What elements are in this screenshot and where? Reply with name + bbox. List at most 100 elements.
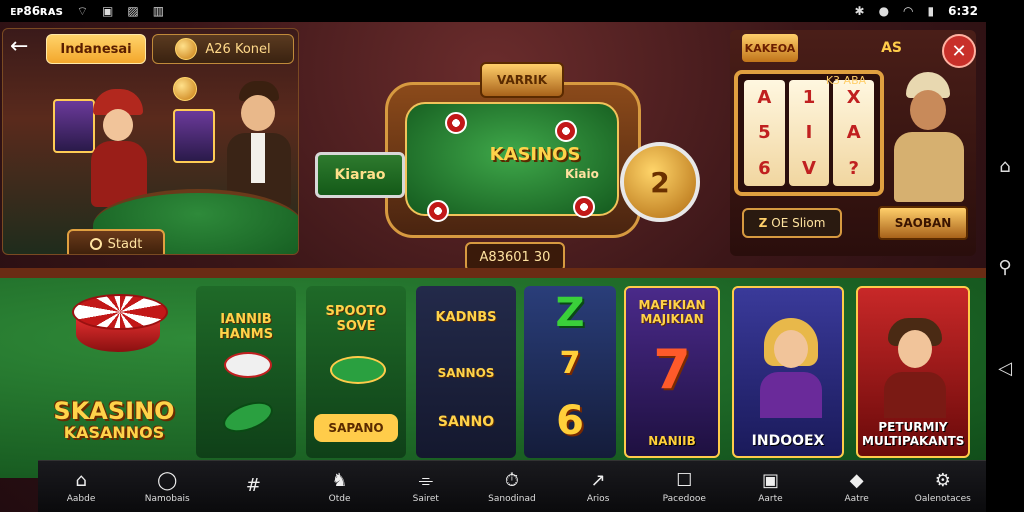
language-selector[interactable]: Indanesai	[46, 34, 146, 64]
tile-number: 6	[556, 398, 584, 444]
promo-coin: 2	[620, 142, 700, 222]
chess-knight-icon: ♞	[331, 470, 348, 491]
game-tile[interactable]: Z 7 6	[524, 286, 616, 458]
nav-label: Namobais	[144, 494, 190, 504]
tile-subtitle: SANNOS	[437, 366, 495, 380]
chip-icon	[573, 196, 595, 218]
woman-character	[83, 89, 153, 209]
center-promo[interactable]: VARRIK Kiarao KASINOS Kiaio 2 A83601 30	[315, 52, 710, 272]
chip-stack-graphic	[72, 294, 168, 356]
tile-title: SPOOTO SOVE	[325, 304, 387, 334]
home-icon[interactable]: ⌂	[999, 156, 1010, 177]
status-bar: ᴇᴘ86ʀᴀs ⌔ ▣ ▨ ▥ ✱ ● ◠ ▮ 6:32	[0, 0, 1024, 22]
nav-item-10[interactable]: ◆ Aatre	[817, 470, 897, 504]
casino-brand-logo: SKASINO KASANNOS	[53, 397, 175, 442]
nav-item-9[interactable]: ▣ Aarte	[730, 470, 810, 504]
share-icon: ↗	[590, 470, 606, 491]
ring-icon: ◯	[157, 470, 178, 491]
shoe-icon: ⌯	[418, 470, 433, 491]
chip-icon	[445, 112, 467, 134]
image-icon: ▨	[127, 4, 139, 18]
nav-item-settings[interactable]: ⚙ Oalenotaces	[903, 470, 983, 504]
nav-label: Aabde	[66, 494, 96, 504]
nav-label: Otde	[328, 494, 351, 504]
start-label: Stadt	[107, 236, 143, 252]
coin-icon	[173, 77, 197, 101]
battery-icon: ▮	[927, 4, 935, 18]
promo-mini-label: Kiaio	[565, 167, 599, 181]
bet-button[interactable]: Z OE Sliom	[742, 208, 842, 238]
bluetooth-icon: ✱	[854, 4, 865, 18]
start-button[interactable]: Stadt	[67, 229, 165, 254]
nav-item-6[interactable]: ⏱ Sanodinad	[472, 470, 552, 504]
gift-icon: ▣	[761, 470, 779, 491]
game-tile[interactable]: IANNIB HANMS	[196, 286, 296, 458]
nav-label: Oalenotaces	[914, 494, 971, 504]
nav-item-4[interactable]: ♞ Otde	[300, 470, 380, 504]
tile-title: MAFIKIAN MAJIKIAN	[638, 298, 706, 326]
reel: A56	[744, 80, 785, 186]
wifi-strength-icon: ◠	[903, 4, 914, 18]
nav-label: Pacedooe	[662, 494, 706, 504]
spin-badge[interactable]: SAOBAN	[878, 206, 968, 240]
tile-title: KADNBS	[435, 310, 497, 325]
chip-icon	[224, 352, 272, 378]
hash-icon: #	[245, 475, 261, 496]
tile-title: IANNIB HANMS	[218, 312, 274, 342]
tile-subtitle: SANNO	[437, 414, 495, 430]
woman-portrait	[760, 318, 822, 418]
system-nav: ⌂ ⚲ ◁	[986, 22, 1024, 512]
game-tile[interactable]: MAFIKIAN MAJIKIAN 7 NANIIB	[624, 286, 720, 458]
close-icon[interactable]: ✕	[942, 34, 976, 68]
right-badge-2: AS	[881, 40, 902, 56]
chip-icon	[427, 200, 449, 222]
reel: X A?	[833, 80, 875, 186]
nav-label: Arios	[586, 494, 610, 504]
slot-machine-graphic	[173, 109, 215, 163]
nav-label: Aatre	[844, 494, 869, 504]
tile-number: 7	[559, 346, 581, 381]
balance-pill[interactable]: A26 Konel	[152, 34, 294, 64]
cube-icon: ◆	[849, 470, 864, 491]
game-tile[interactable]: KADNBS SANNOS SANNO	[416, 286, 516, 458]
bar-icon: ▥	[152, 4, 165, 18]
game-tile[interactable]: SPOOTO SOVE SAPANO	[306, 286, 406, 458]
turtle-icon	[330, 356, 386, 384]
search-icon[interactable]: ⚲	[998, 257, 1011, 278]
tile-label: PETURMIY MULTIPAKANTS	[862, 420, 965, 448]
balance-label: A26 Konel	[205, 41, 271, 57]
chip-icon	[555, 120, 577, 142]
bottom-nav: ⌂ Aabde ◯ Namobais # ♞ Otde ⌯ Sairet ⏱ S…	[38, 460, 986, 512]
right-badge: KAKEOA	[742, 34, 798, 62]
game-tile[interactable]: PETURMIY MULTIPAKANTS	[856, 286, 970, 458]
coin-icon	[175, 38, 198, 60]
play-icon	[89, 238, 102, 250]
nav-label: Aarte	[758, 494, 783, 504]
nav-item-3[interactable]: #	[213, 475, 293, 499]
promo-left-badge: Kiarao	[315, 152, 405, 198]
genie-character	[890, 72, 968, 202]
man-portrait	[884, 318, 946, 418]
nav-item-home[interactable]: ⌂ Aabde	[41, 470, 121, 504]
tile-number: Z	[555, 290, 585, 336]
promo-title: KASINOS	[489, 144, 581, 165]
promo-top-badge: VARRIK	[480, 62, 564, 98]
alarm-icon: ●	[878, 4, 890, 18]
slot-reels: A56 1IV X A?	[734, 70, 884, 196]
clock: 6:32	[948, 4, 978, 18]
back-arrow-icon[interactable]: ←	[10, 34, 28, 59]
nav-item-2[interactable]: ◯ Namobais	[127, 470, 207, 504]
back-triangle-icon[interactable]: ◁	[998, 358, 1012, 379]
bet-label: OE Sliom	[771, 216, 826, 230]
nav-item-7[interactable]: ↗ Arios	[558, 470, 638, 504]
tile-label: INDOOEX	[751, 433, 825, 449]
man-character	[223, 77, 293, 207]
nav-label: Sanodinad	[488, 494, 536, 504]
game-tile[interactable]: INDOOEX	[732, 286, 844, 458]
wifi-icon: ⌔	[76, 3, 89, 18]
game-lobby: Stadt ← Indanesai A26 Konel VARRIK Kiara…	[0, 22, 986, 512]
home-icon: ⌂	[75, 470, 87, 491]
promo-panel-right[interactable]: KAKEOA AS ✕ A56 1IV X A? K3 ABA Z OE Slio…	[730, 30, 976, 256]
nav-item-8[interactable]: ☐ Pacedooe	[644, 470, 724, 504]
nav-item-5[interactable]: ⌯ Sairet	[386, 470, 466, 504]
